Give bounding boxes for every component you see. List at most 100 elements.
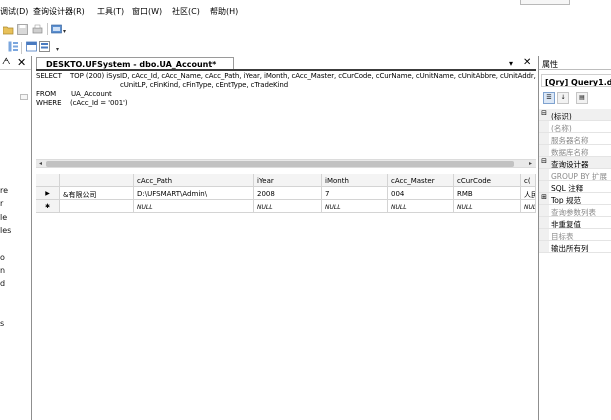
scroll-left-arrow-icon[interactable]: ◂ — [36, 160, 45, 168]
diagram-pane-icon[interactable] — [8, 41, 19, 52]
grid-cell[interactable]: 人民 — [521, 187, 536, 200]
column-header[interactable]: iYear — [254, 174, 322, 187]
alphabetical-icon[interactable]: ↓ — [557, 92, 569, 104]
sql-pane-scrollbar[interactable]: ◂ ▸ — [36, 159, 536, 168]
property-label: 查询设计器 — [551, 160, 589, 169]
grid-cell[interactable]: 2008 — [254, 187, 322, 200]
property-gutter — [539, 229, 549, 240]
sql-keyword: WHERE — [36, 99, 62, 107]
property-gutter — [539, 133, 549, 144]
grid-cell[interactable]: NULL — [322, 200, 388, 213]
grid-cell[interactable]: NULL — [388, 200, 454, 213]
tree-item[interactable]: n — [0, 266, 5, 275]
property-gutter — [539, 217, 549, 228]
grid-cell[interactable]: NUL — [521, 200, 536, 213]
property-label: (名称) — [551, 124, 572, 133]
menu-debug[interactable]: 调试(D) — [0, 6, 28, 17]
property-gutter — [539, 121, 549, 132]
menu-community[interactable]: 社区(C) — [172, 6, 200, 17]
results-grid: cAcc_Path iYear iMonth cAcc_Master cCurC… — [36, 174, 536, 218]
grid-cell[interactable]: 7 — [322, 187, 388, 200]
column-header[interactable]: c( — [521, 174, 536, 187]
tab-list-dropdown-icon[interactable]: ▾ — [509, 59, 513, 68]
expander-icon[interactable]: ⊞ — [539, 193, 549, 204]
property-row[interactable]: 查询参数列表 — [539, 205, 611, 217]
scroll-right-arrow-icon[interactable]: ▸ — [526, 160, 535, 168]
property-label: 查询参数列表 — [551, 208, 596, 217]
column-header[interactable]: cAcc_Path — [134, 174, 254, 187]
property-row[interactable]: 数据库名称 — [539, 145, 611, 157]
sql-text: cUnitLP, cFinKind, cFinType, cEntType, c… — [120, 81, 289, 89]
menu-bar: 调试(D) 查询设计器(R) 工具(T) 窗口(W) 社区(C) 帮助(H) — [0, 0, 611, 20]
expander-icon[interactable]: ⊟ — [539, 109, 549, 120]
tree-item[interactable]: re — [0, 186, 8, 195]
save-icon[interactable] — [17, 24, 28, 35]
properties-panel: 属性 [Qry] Query1.dtq ☰ ↓ ▤ ⊟(标识)(名称)服务器名称… — [538, 56, 611, 420]
toolbar-designer: ▾ — [0, 39, 611, 57]
tree-item[interactable]: les — [0, 226, 11, 235]
toolbar-standard: ▾ — [0, 20, 611, 38]
grid-cell[interactable]: NULL — [254, 200, 322, 213]
property-gutter — [539, 181, 549, 192]
property-row[interactable]: GROUP BY 扩展 — [539, 169, 611, 181]
property-row[interactable]: 非重复值 — [539, 217, 611, 229]
menu-tools[interactable]: 工具(T) — [97, 6, 124, 17]
property-gutter — [539, 241, 549, 252]
sql-text: UA_Account — [71, 90, 112, 98]
add-table-icon[interactable] — [26, 41, 37, 52]
column-header[interactable]: cCurCode — [454, 174, 521, 187]
add-group-by-icon[interactable] — [39, 41, 50, 52]
toolbar-separator — [47, 23, 48, 35]
grid-cell[interactable] — [60, 200, 134, 213]
new-row-selector[interactable]: ✱ — [36, 200, 60, 213]
column-header[interactable]: cAcc_Master — [388, 174, 454, 187]
chevron-down-icon[interactable]: ▾ — [56, 46, 59, 53]
grid-cell[interactable]: NULL — [134, 200, 254, 213]
tree-item[interactable]: o — [0, 253, 5, 262]
object-explorer-header: ᗅ ✕ — [0, 56, 31, 70]
grid-cell[interactable]: RMB — [454, 187, 521, 200]
open-folder-icon[interactable] — [3, 24, 14, 35]
property-row[interactable]: ⊞ Top 规范 — [539, 193, 611, 205]
properties-object-selector[interactable]: [Qry] Query1.dtq — [541, 74, 611, 87]
tree-item[interactable]: le — [0, 213, 7, 222]
grid-cell[interactable]: D:\UFSMART\Admin\ — [134, 187, 254, 200]
tree-item[interactable]: s — [0, 319, 4, 328]
tree-item[interactable]: r — [0, 199, 3, 208]
close-document-icon[interactable]: ✕ — [523, 57, 531, 68]
scrollbar-thumb[interactable] — [46, 161, 514, 167]
tree-item[interactable]: d — [0, 279, 5, 288]
toolbar-separator — [21, 42, 22, 54]
row-selector[interactable]: ▶ — [36, 187, 60, 200]
property-category[interactable]: ⊟ 查询设计器 — [539, 157, 611, 169]
grid-cell[interactable]: NULL — [454, 200, 521, 213]
column-header[interactable]: iMonth — [322, 174, 388, 187]
scroll-up-arrow[interactable] — [20, 94, 28, 100]
grid-cell[interactable]: 004 — [388, 187, 454, 200]
close-icon[interactable]: ✕ — [17, 56, 26, 69]
expander-icon[interactable]: ⊟ — [539, 157, 549, 168]
chevron-down-icon[interactable]: ▾ — [63, 28, 66, 35]
property-gutter — [539, 145, 549, 156]
property-gutter — [539, 169, 549, 180]
property-row[interactable]: (名称) — [539, 121, 611, 133]
menu-help[interactable]: 帮助(H) — [210, 6, 238, 17]
pin-icon[interactable]: ᗅ — [2, 57, 10, 67]
sql-keyword: FROM — [36, 90, 57, 98]
menu-window[interactable]: 窗口(W) — [132, 6, 162, 17]
sql-pane[interactable]: SELECT TOP (200) iSysID, cAcc_Id, cAcc_N… — [36, 71, 536, 159]
property-label: 非重复值 — [551, 220, 581, 229]
database-icon[interactable] — [51, 24, 62, 35]
column-header[interactable] — [60, 174, 134, 187]
property-row[interactable]: 服务器名称 — [539, 133, 611, 145]
print-icon[interactable] — [32, 24, 43, 35]
categorized-icon[interactable]: ☰ — [543, 92, 555, 104]
property-pages-icon[interactable]: ▤ — [576, 92, 588, 104]
property-row[interactable]: 目标表 — [539, 229, 611, 241]
property-category[interactable]: ⊟ (标识) — [539, 109, 611, 121]
property-row[interactable]: 输出所有列 — [539, 241, 611, 253]
menu-query-designer[interactable]: 查询设计器(R) — [33, 6, 85, 17]
properties-toolbar: ☰ ↓ ▤ — [539, 89, 611, 107]
property-row[interactable]: SQL 注释 — [539, 181, 611, 193]
grid-cell[interactable]: &有限公司 — [60, 187, 134, 200]
